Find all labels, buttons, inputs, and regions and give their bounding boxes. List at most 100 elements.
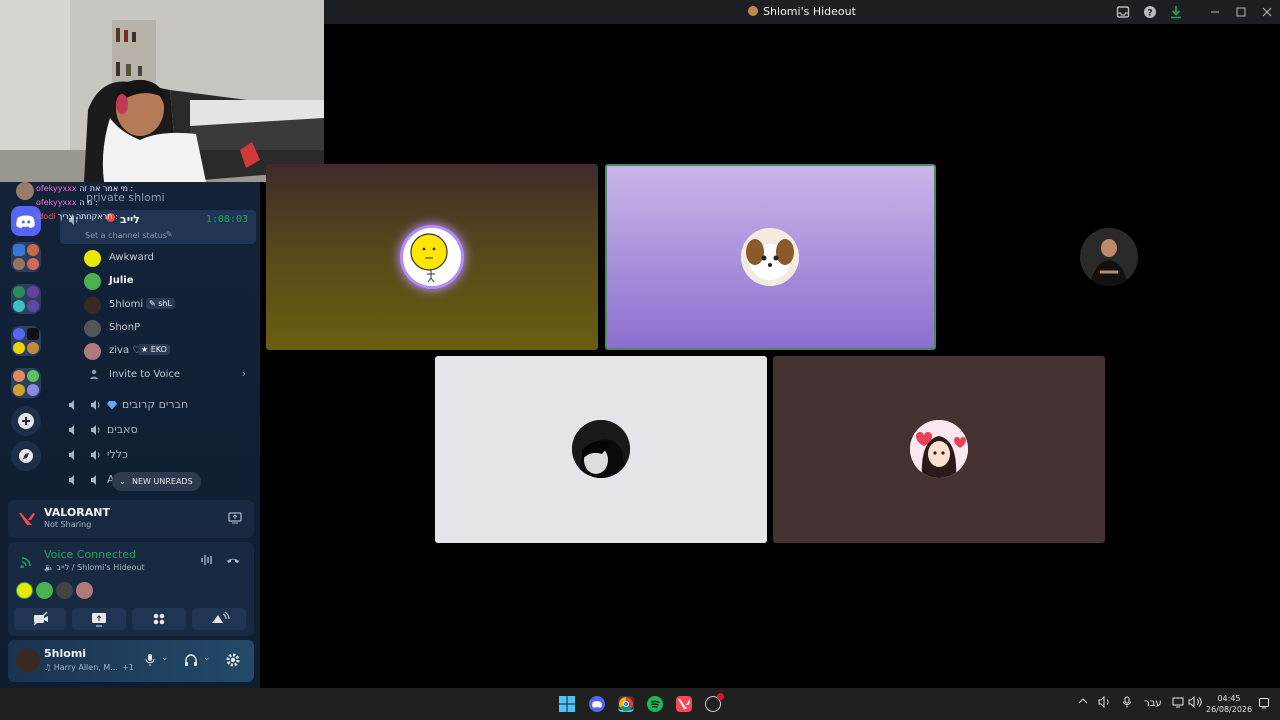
participant-avatar[interactable]	[76, 582, 93, 599]
member-tag: ✎ shL	[146, 298, 175, 309]
voice-channel[interactable]: חברים קרובים	[60, 394, 256, 416]
member-avatar	[84, 320, 101, 337]
screen-share-icon	[92, 613, 106, 627]
new-unreads-pill[interactable]: ⌄ NEW UNREADS	[112, 472, 201, 491]
network-icon[interactable]	[1172, 696, 1184, 708]
participant-avatar[interactable]	[16, 582, 33, 599]
minimize-icon[interactable]	[1208, 5, 1222, 19]
voice-member[interactable]: ShonP	[84, 317, 254, 339]
participant-avatar	[741, 228, 799, 286]
participant-tile-speaking[interactable]	[605, 164, 936, 350]
speaker-tray-icon[interactable]	[1188, 696, 1202, 708]
chevron-up-icon[interactable]	[1078, 696, 1088, 706]
voice-member[interactable]: ziva ♡ ★ EKO	[84, 340, 254, 362]
microphone-icon[interactable]	[144, 653, 156, 667]
camera-toggle-button[interactable]	[14, 608, 66, 630]
activities-button[interactable]	[132, 608, 186, 630]
activity-panel: VALORANT Not Sharing	[8, 500, 254, 538]
channel-name: חברים קרובים	[122, 398, 189, 411]
server-folder[interactable]	[11, 284, 41, 314]
add-person-icon	[89, 369, 99, 379]
set-channel-status[interactable]: Set a channel status	[85, 231, 167, 240]
valorant-taskbar-icon[interactable]	[676, 696, 692, 712]
voice-member[interactable]: Julie	[84, 270, 254, 292]
diamond-icon	[107, 400, 117, 410]
app-taskbar-icon[interactable]	[705, 693, 724, 712]
voice-channel[interactable]: כללי	[60, 444, 256, 466]
add-server-button[interactable]	[11, 406, 41, 436]
member-avatar	[84, 250, 101, 267]
participant-tile[interactable]	[773, 356, 1105, 543]
chevron-down-icon[interactable]: ⌄	[161, 653, 169, 663]
voice-state[interactable]: Voice Connected	[44, 548, 136, 561]
volume-icon[interactable]	[1098, 696, 1112, 708]
notifications-icon[interactable]	[1258, 697, 1270, 709]
voice-panel: Voice Connected 🔈 לייב / Shlomi's Hideou…	[8, 542, 254, 636]
chat-avatar	[16, 182, 34, 200]
soundboard-icon	[212, 611, 230, 623]
channel-name: סאבים	[107, 423, 138, 436]
voice-lock-icon	[68, 424, 80, 436]
spotify-taskbar-icon[interactable]	[647, 696, 663, 712]
svg-text:?: ?	[1147, 9, 1152, 19]
inbox-icon[interactable]	[1116, 5, 1130, 19]
chrome-taskbar-icon[interactable]	[618, 696, 634, 712]
server-folder[interactable]	[11, 326, 41, 356]
server-folder[interactable]	[11, 368, 41, 398]
soundboard-button[interactable]	[192, 608, 246, 630]
language-indicator[interactable]: עבר	[1144, 698, 1162, 709]
chevron-right-icon: ›	[241, 367, 246, 380]
member-avatar	[84, 343, 101, 360]
valorant-icon	[18, 512, 36, 526]
participant-tile[interactable]	[435, 356, 767, 543]
help-icon[interactable]: ?	[1143, 5, 1157, 19]
speaker-icon	[90, 474, 102, 486]
pencil-icon[interactable]: ✎	[166, 230, 173, 239]
voice-channel[interactable]: סאבים	[60, 419, 256, 441]
participant-avatar	[910, 420, 968, 478]
user-activity: ♫ Harry Allen, M...	[44, 663, 118, 672]
speaker-icon	[90, 449, 102, 461]
signal-icon	[20, 554, 34, 568]
participant-tile[interactable]	[266, 164, 598, 350]
gear-icon[interactable]	[225, 652, 241, 668]
voice-member[interactable]: Awkward	[84, 247, 254, 269]
user-panel: 5hlomi ♫ Harry Allen, M... +1 ⌄ ⌄	[8, 640, 254, 682]
activity-status: Not Sharing	[44, 520, 92, 529]
notification-badge	[717, 693, 724, 700]
participant-tile[interactable]	[943, 164, 1275, 350]
chevron-down-icon[interactable]: ⌄	[203, 653, 211, 663]
member-tag: ★ EKO	[138, 344, 170, 355]
voice-member[interactable]: 5hlomi ✎ shL	[84, 294, 254, 316]
voice-location[interactable]: 🔈 לייב / Shlomi's Hideout	[44, 563, 145, 572]
voice-lock-icon	[68, 399, 80, 411]
discord-taskbar-icon[interactable]	[589, 696, 605, 712]
clock-time: 04:45	[1217, 694, 1241, 703]
windows-start-icon[interactable]	[559, 696, 575, 712]
camera-off-icon	[33, 611, 48, 626]
window-titlebar: Shlomi's Hideout ?	[324, 0, 1280, 24]
activities-icon	[153, 613, 165, 625]
server-folder[interactable]	[11, 242, 41, 272]
microphone-tray-icon[interactable]	[1122, 696, 1132, 708]
chat-line: ofekyyxxx מ ה :	[36, 198, 98, 207]
headphones-icon[interactable]	[184, 653, 198, 667]
close-icon[interactable]	[1260, 5, 1274, 19]
disconnect-icon[interactable]	[226, 554, 240, 566]
webcam-feed	[0, 0, 324, 182]
participant-avatar[interactable]	[56, 582, 73, 599]
user-avatar[interactable]	[16, 648, 40, 672]
noise-suppression-icon[interactable]	[200, 554, 214, 566]
member-avatar	[84, 273, 101, 290]
participant-avatar	[1080, 228, 1138, 286]
invite-to-voice-button[interactable]: Invite to Voice ›	[84, 364, 254, 386]
share-screen-icon[interactable]	[228, 512, 242, 524]
server-icon	[748, 6, 759, 16]
maximize-icon[interactable]	[1234, 5, 1248, 19]
clock[interactable]: 04:45 26/08/2026	[1206, 693, 1252, 715]
participant-avatar[interactable]	[36, 582, 53, 599]
download-icon[interactable]	[1169, 5, 1183, 19]
speaker-icon	[90, 399, 102, 411]
screen-share-button[interactable]	[72, 608, 126, 630]
explore-servers-button[interactable]	[11, 441, 41, 471]
